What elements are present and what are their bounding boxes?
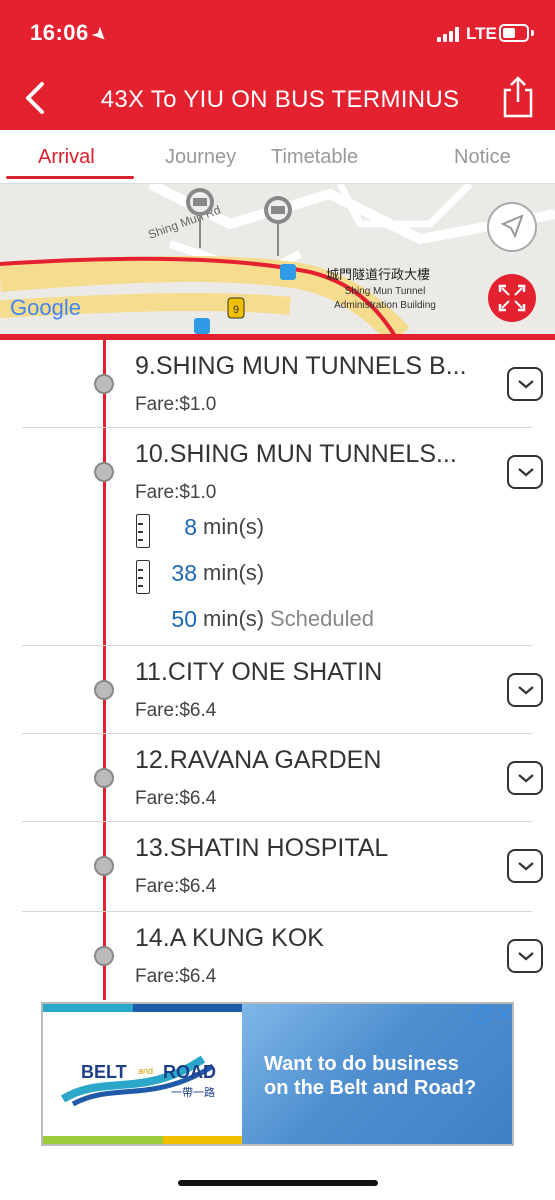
stop-dot [94,374,114,394]
ad-tagline: Want to do business on the Belt and Road… [264,1052,476,1100]
ad-close-icon[interactable]: ✕ [495,1004,512,1028]
expand-button[interactable] [507,455,543,489]
chevron-left-icon [26,82,44,114]
map-building-label-zh: 城門隧道行政大樓 [326,267,430,283]
expand-button[interactable] [507,849,543,883]
bus-capacity-icon [136,514,150,548]
stop-row[interactable]: 14.A KUNG KOK Fare:$6.4 [22,912,543,1000]
stop-fare: Fare:$6.4 [135,966,217,987]
chevron-down-icon [518,774,534,783]
eta-unit: min(s) [203,606,265,631]
route-map[interactable]: 9 Shing Mun Rd 城門隧道行政大樓 Shing Mun Tunnel… [0,184,555,336]
share-icon [503,76,533,118]
battery-icon [499,24,529,42]
tab-arrival[interactable]: Arrival [38,146,95,169]
eta-minutes: 50 [171,606,197,632]
page-title: 43X To YIU ON BUS TERMINUS [100,86,460,113]
chevron-down-icon [518,862,534,871]
stop-name: 12.RAVANA GARDEN [135,746,382,774]
stop-dot [94,768,114,788]
map-route-shield: 9 [233,304,239,316]
eta-unit: min(s) [203,514,265,539]
location-arrow-icon: ➤ [88,24,111,47]
back-button[interactable] [18,78,54,118]
stop-fare: Fare:$6.4 [135,700,217,721]
stop-row[interactable]: 11.CITY ONE SHATIN Fare:$6.4 [22,646,543,734]
eta-scheduled-label: Scheduled [270,606,374,631]
stop-name: 13.SHATIN HOSPITAL [135,834,389,862]
signal-icon [437,26,463,42]
fullscreen-icon[interactable] [488,274,536,322]
ad-logo-text-road: ROAD [163,1062,216,1082]
ad-info-icon[interactable]: i [473,1006,491,1024]
map-building-label-en-1: Shing Mun Tunnel [345,286,426,297]
expand-button[interactable] [507,761,543,795]
chevron-down-icon [518,468,534,477]
status-bar: 16:06➤ LTE [0,0,555,68]
stop-name: 14.A KUNG KOK [135,924,324,952]
stop-dot [94,856,114,876]
ad-logo-panel: BELT and ROAD 一帶一路 [43,1004,242,1144]
battery-cap [531,30,534,36]
ad-banner[interactable]: BELT and ROAD 一帶一路 Want to do business o… [41,1002,514,1146]
network-label: LTE [466,24,497,43]
ad-logo-text-zh: 一帶一路 [171,1086,215,1099]
stop-dot [94,946,114,966]
chevron-down-icon [518,686,534,695]
ad-image-panel: Want to do business on the Belt and Road… [242,1004,512,1144]
tab-journey[interactable]: Journey [165,146,236,169]
locate-me-icon[interactable] [487,202,537,252]
stop-fare: Fare:$6.4 [135,876,217,897]
chevron-down-icon [518,952,534,961]
expand-button[interactable] [507,673,543,707]
eta-minutes: 38 [171,560,197,586]
stop-name: 11.CITY ONE SHATIN [135,658,383,686]
map-building-label-en-2: Administration Building [334,300,436,311]
chevron-down-icon [518,380,534,389]
ad-tagline-line-1: Want to do business [264,1053,459,1075]
ad-tagline-line-2: on the Belt and Road? [264,1077,477,1099]
status-time: 16:06➤ [30,20,111,47]
tab-timetable[interactable]: Timetable [271,146,358,169]
stop-list[interactable]: 9.SHING MUN TUNNELS B... Fare:$1.0 10.SH… [0,340,555,1000]
stop-fare: Fare:$1.0 [135,482,217,503]
ad-logo-text-belt: BELT [81,1062,127,1082]
eta-unit: min(s) [203,560,265,585]
map-canvas: 9 Shing Mun Rd 城門隧道行政大樓 Shing Mun Tunnel… [0,184,555,336]
stop-row[interactable]: 12.RAVANA GARDEN Fare:$6.4 [22,734,543,822]
tab-notice[interactable]: Notice [454,146,511,169]
stop-fare: Fare:$6.4 [135,788,217,809]
stop-name: 9.SHING MUN TUNNELS B... [135,352,467,380]
stop-fare: Fare:$1.0 [135,394,217,415]
stop-row[interactable]: 9.SHING MUN TUNNELS B... Fare:$1.0 [22,340,543,428]
ad-logo-text-and: and [138,1066,153,1076]
home-indicator[interactable] [178,1180,378,1186]
share-button[interactable] [500,74,536,120]
bus-capacity-icon [136,560,150,594]
stop-dot [94,462,114,482]
stop-name: 10.SHING MUN TUNNELS... [135,440,457,468]
stop-row[interactable]: 13.SHATIN HOSPITAL Fare:$6.4 [22,822,543,912]
stop-dot [94,680,114,700]
app-header: 16:06➤ LTE 43X To YIU ON BUS TERMINUS [0,0,555,130]
expand-button[interactable] [507,939,543,973]
google-logo: Google [10,295,81,320]
active-tab-indicator [6,176,134,179]
expand-button[interactable] [507,367,543,401]
belt-and-road-logo: BELT and ROAD 一帶一路 [43,1004,242,1144]
eta-minutes: 8 [184,514,197,540]
